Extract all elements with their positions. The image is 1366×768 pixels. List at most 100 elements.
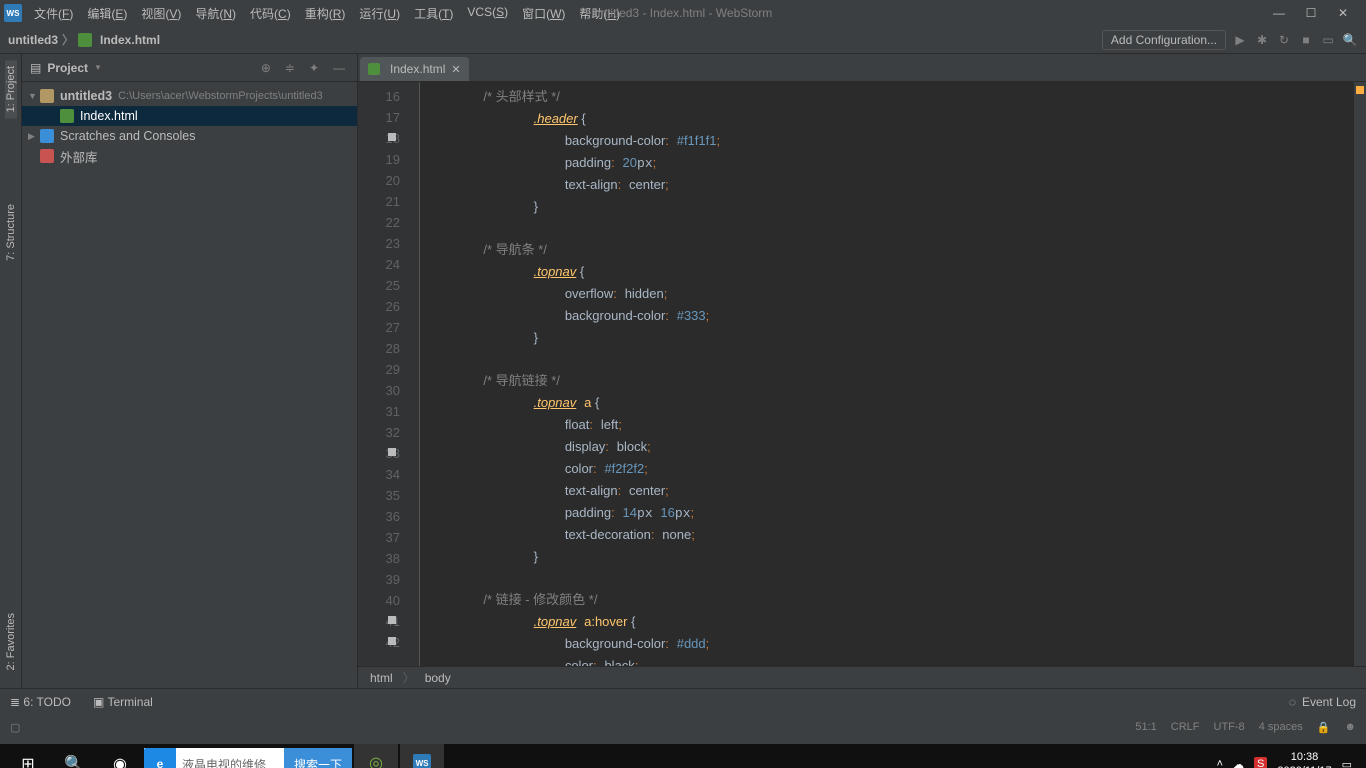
- folder-icon: [40, 89, 54, 103]
- scratches-node[interactable]: ▶ Scratches and Consoles: [22, 126, 357, 146]
- taskbar-app-360[interactable]: ◎: [354, 744, 398, 768]
- external-libs-label: 外部库: [60, 147, 98, 166]
- chevron-right-icon: 〉: [62, 31, 74, 48]
- project-panel-header: ▤ Project ▼ ⊕ ≑ ✦ —: [22, 54, 357, 82]
- browser-search-widget: e 搜索一下: [144, 748, 352, 768]
- collapse-icon[interactable]: ≑: [281, 61, 299, 75]
- search-icon[interactable]: 🔍: [1342, 32, 1358, 48]
- layout-icon[interactable]: ▭: [1320, 32, 1336, 48]
- close-icon[interactable]: ✕: [1336, 6, 1350, 20]
- bottom-bars: ≣ 6: TODO ▣ Terminal ◌ Event Log ▢ 51:1 …: [0, 688, 1366, 744]
- fold-gutter: [408, 82, 420, 666]
- cortana-icon[interactable]: ◉: [98, 744, 142, 768]
- onedrive-icon[interactable]: ☁: [1233, 758, 1244, 768]
- menu-item[interactable]: 工具(T): [408, 3, 459, 24]
- chevron-down-icon[interactable]: ▼: [94, 63, 102, 72]
- window-controls: — ☐ ✕: [1272, 6, 1362, 20]
- coverage-icon[interactable]: ↻: [1276, 32, 1292, 48]
- todo-tool-tab[interactable]: ≣ 6: TODO: [10, 695, 71, 709]
- webstorm-icon: WS: [413, 754, 431, 768]
- tree-file-index[interactable]: Index.html: [22, 106, 357, 126]
- main-menu: 文件(F)编辑(E)视图(V)导航(N)代码(C)重构(R)运行(U)工具(T)…: [28, 3, 626, 24]
- notifications-icon[interactable]: ▭: [1342, 758, 1352, 768]
- favorites-tool-tab[interactable]: 2: Favorites: [5, 607, 17, 676]
- app-logo: WS: [4, 4, 22, 22]
- maximize-icon[interactable]: ☐: [1304, 6, 1318, 20]
- clock-time: 10:38: [1277, 750, 1331, 764]
- menu-item[interactable]: 代码(C): [244, 3, 297, 24]
- terminal-tool-tab[interactable]: ▣ Terminal: [93, 695, 153, 709]
- title-bar: WS 文件(F)编辑(E)视图(V)导航(N)代码(C)重构(R)运行(U)工具…: [0, 0, 1366, 26]
- breadcrumb-file[interactable]: Index.html: [100, 33, 160, 47]
- menu-item[interactable]: 视图(V): [135, 3, 187, 24]
- editor-tabs: Index.html ✕: [358, 54, 1366, 82]
- menu-item[interactable]: 运行(U): [353, 3, 406, 24]
- menu-item[interactable]: 文件(F): [28, 3, 79, 24]
- menu-item[interactable]: 窗口(W): [516, 3, 571, 24]
- taskbar-app-webstorm[interactable]: WS: [400, 744, 444, 768]
- expand-arrow-icon[interactable]: ▼: [28, 91, 40, 101]
- editor-area: Index.html ✕ 161718192021222324252627282…: [358, 54, 1366, 688]
- external-libs-node[interactable]: 外部库: [22, 146, 357, 166]
- line-separator[interactable]: CRLF: [1171, 721, 1200, 733]
- lock-icon[interactable]: 🔒: [1317, 721, 1331, 734]
- project-panel-title[interactable]: Project: [47, 61, 88, 75]
- scratches-label: Scratches and Consoles: [60, 129, 196, 143]
- expand-arrow-icon[interactable]: ▶: [28, 131, 40, 142]
- project-root-path: C:\Users\acer\WebstormProjects\untitled3: [118, 90, 323, 102]
- search-task-icon[interactable]: 🔍: [52, 744, 96, 768]
- project-root-label: untitled3: [60, 89, 112, 103]
- crumb-html[interactable]: html: [370, 671, 393, 685]
- html-file-icon: [60, 109, 74, 123]
- status-bar: ▢ 51:1 CRLF UTF-8 4 spaces 🔒 ☻: [0, 715, 1366, 739]
- breadcrumb-project[interactable]: untitled3: [8, 33, 58, 47]
- error-stripe[interactable]: [1354, 82, 1366, 666]
- menu-item[interactable]: 导航(N): [189, 3, 242, 24]
- project-tree: ▼ untitled3 C:\Users\acer\WebstormProjec…: [22, 82, 357, 170]
- editor-breadcrumb: html 〉 body: [358, 666, 1366, 688]
- minimize-icon[interactable]: —: [1272, 6, 1286, 20]
- chevron-right-icon: 〉: [403, 669, 415, 686]
- tray-expand-icon[interactable]: ˄: [1217, 758, 1223, 768]
- project-root-node[interactable]: ▼ untitled3 C:\Users\acer\WebstormProjec…: [22, 86, 357, 106]
- system-tray: ˄ ☁ S 10:38 2020/11/17 ▭: [1217, 750, 1360, 768]
- html-file-icon: [368, 63, 380, 75]
- menu-item[interactable]: 编辑(E): [81, 3, 133, 24]
- stop-icon[interactable]: ■: [1298, 32, 1314, 48]
- status-widget-icon[interactable]: ▢: [10, 721, 20, 734]
- ie-icon[interactable]: e: [144, 748, 176, 768]
- gear-icon[interactable]: ✦: [305, 61, 323, 75]
- menu-item[interactable]: VCS(S): [461, 3, 514, 24]
- project-panel: ▤ Project ▼ ⊕ ≑ ✦ — ▼ untitled3 C:\Users…: [22, 54, 358, 688]
- ime-icon[interactable]: S: [1254, 757, 1267, 768]
- add-configuration-button[interactable]: Add Configuration...: [1102, 30, 1226, 50]
- line-number-gutter: 1617181920212223242526272829303132333435…: [358, 82, 408, 666]
- minimize-panel-icon[interactable]: —: [329, 61, 349, 75]
- breadcrumb: untitled3 〉 Index.html: [8, 31, 160, 48]
- editor-tab-index[interactable]: Index.html ✕: [360, 57, 469, 81]
- project-view-icon: ▤: [30, 61, 41, 75]
- project-tool-tab[interactable]: 1: Project: [5, 60, 17, 118]
- warning-marker-icon[interactable]: [1356, 86, 1364, 94]
- locate-icon[interactable]: ⊕: [257, 61, 275, 75]
- scratches-icon: [40, 129, 54, 143]
- cursor-position[interactable]: 51:1: [1135, 721, 1156, 733]
- debug-icon[interactable]: ✱: [1254, 32, 1270, 48]
- search-input[interactable]: [176, 748, 284, 768]
- menu-item[interactable]: 重构(R): [299, 3, 352, 24]
- windows-taskbar: ⊞ 🔍 ◉ e 搜索一下 ◎ WS ˄ ☁ S 10:38 2020/11/17…: [0, 744, 1366, 768]
- crumb-body[interactable]: body: [425, 671, 451, 685]
- clock[interactable]: 10:38 2020/11/17: [1277, 750, 1331, 768]
- window-title: untitled3 - Index.html - WebStorm: [594, 6, 773, 20]
- indent-setting[interactable]: 4 spaces: [1259, 721, 1303, 733]
- structure-tool-tab[interactable]: 7: Structure: [5, 198, 17, 267]
- library-icon: [40, 149, 54, 163]
- hector-icon[interactable]: ☻: [1344, 721, 1356, 733]
- search-button[interactable]: 搜索一下: [284, 748, 352, 768]
- event-log-tab[interactable]: ◌ Event Log: [1289, 695, 1356, 709]
- close-tab-icon[interactable]: ✕: [451, 63, 460, 76]
- file-encoding[interactable]: UTF-8: [1214, 721, 1245, 733]
- run-icon[interactable]: ▶: [1232, 32, 1248, 48]
- start-button[interactable]: ⊞: [6, 744, 50, 768]
- code-editor[interactable]: /* 头部样式 */ .header { background-color: #…: [420, 82, 1354, 666]
